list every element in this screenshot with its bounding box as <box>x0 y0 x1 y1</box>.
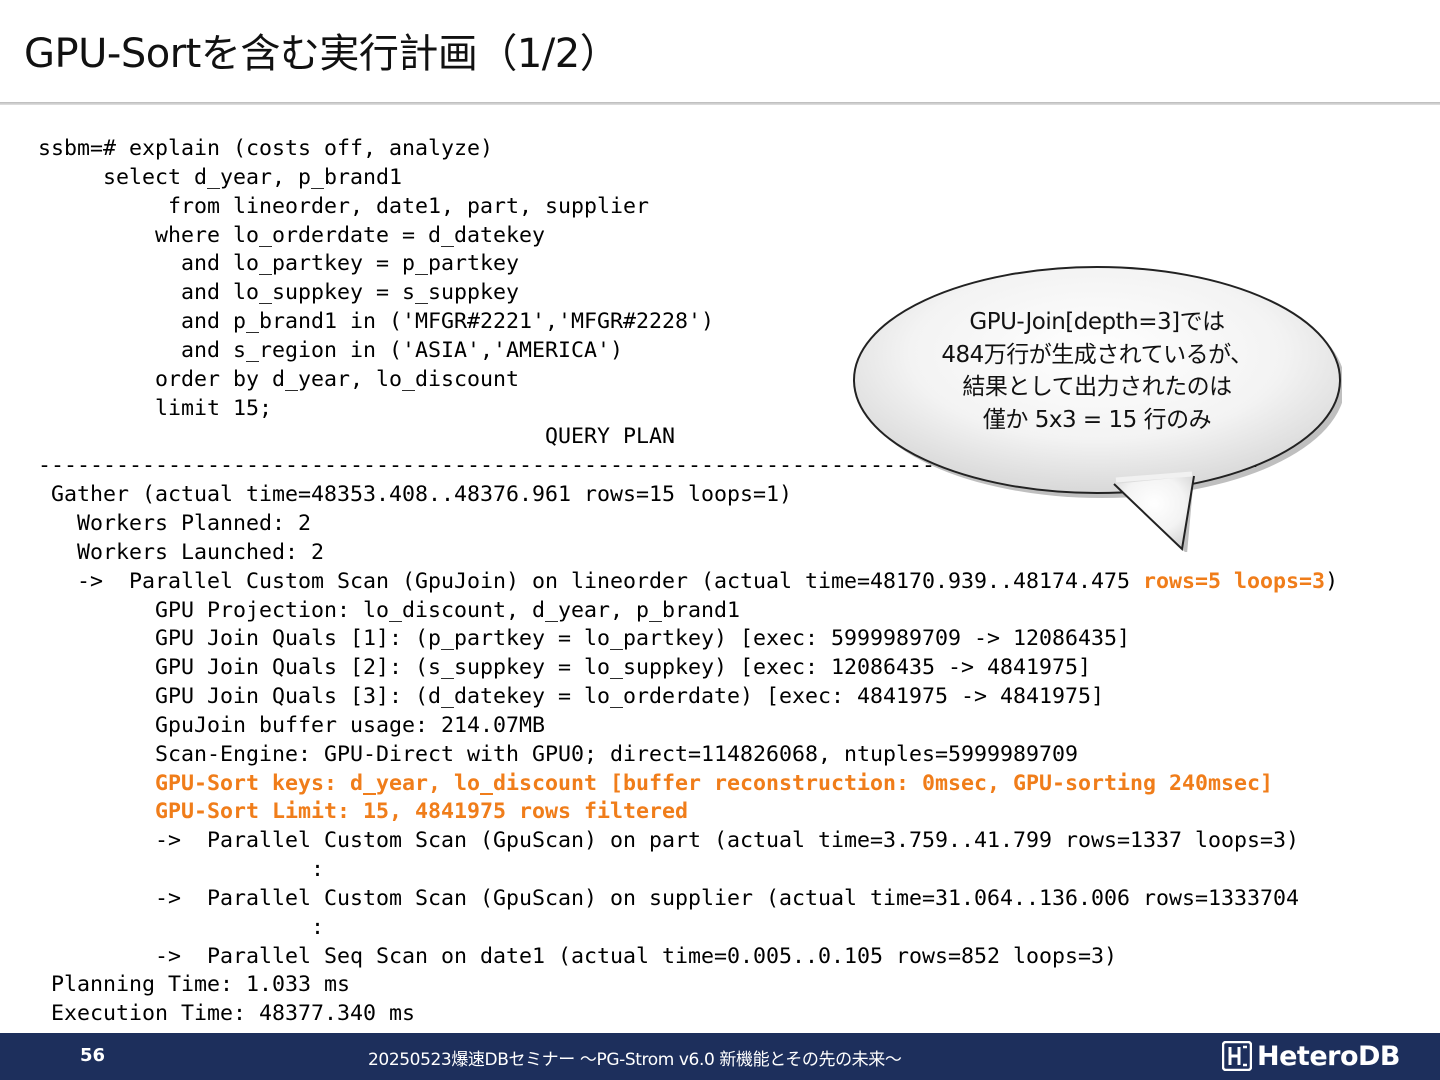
callout-line: 結果として出力されたのは <box>962 374 1232 400</box>
code-text: select d_year, p_brand1 <box>38 164 403 190</box>
code-line: GPU Projection: lo_discount, d_year, p_b… <box>38 597 1338 626</box>
code-line: : <box>38 914 1338 943</box>
footer-seminar-title: 20250523爆速DBセミナー ～PG-Strom v6.0 新機能とその先の… <box>368 1050 902 1070</box>
code-text: -> Parallel Seq Scan on date1 (actual ti… <box>38 943 1118 969</box>
code-text: GPU Join Quals [2]: (s_suppkey = lo_supp… <box>38 655 1092 681</box>
code-line: GPU-Sort Limit: 15, 4841975 rows filtere… <box>38 798 1338 827</box>
code-line: GPU Join Quals [3]: (d_datekey = lo_orde… <box>38 683 1338 712</box>
code-text: Execution Time: 48377.340 ms <box>38 1001 416 1027</box>
code-line: Scan-Engine: GPU-Direct with GPU0; direc… <box>38 741 1338 770</box>
code-text: and lo_suppkey = s_suppkey <box>38 280 520 306</box>
code-text: -> Parallel Custom Scan (GpuScan) on par… <box>38 828 1300 854</box>
code-line: -> Parallel Custom Scan (GpuScan) on par… <box>38 827 1338 856</box>
code-text: GPU Projection: lo_discount, d_year, p_b… <box>38 597 741 623</box>
code-line: Planning Time: 1.033 ms <box>38 971 1338 1000</box>
logo-text: HeteroDB <box>1257 1040 1400 1072</box>
code-text: Gather (actual time=48353.408..48376.961… <box>38 482 793 508</box>
highlighted-code-text: GPU-Sort Limit: 15, 4841975 rows filtere… <box>155 799 689 825</box>
code-text: -> Parallel Custom Scan (GpuScan) on sup… <box>38 885 1300 911</box>
code-text: where lo_orderdate = d_datekey <box>38 222 546 248</box>
code-line: GPU-Sort keys: d_year, lo_discount [buff… <box>38 770 1338 799</box>
code-text: Planning Time: 1.033 ms <box>38 972 351 998</box>
highlighted-code-text: GPU-Sort keys: d_year, lo_discount [buff… <box>155 770 1274 796</box>
code-text: : <box>38 857 325 883</box>
code-text: GpuJoin buffer usage: 214.07MB <box>38 712 546 738</box>
code-text: ssbm=# explain (costs off, analyze) <box>38 136 494 161</box>
callout-line: 484万行が生成されているが、 <box>941 341 1253 368</box>
callout-text: GPU-Join[depth=3]では 484万行が生成されているが、 結果とし… <box>852 306 1342 436</box>
code-line: : <box>38 856 1338 885</box>
callout-line: 僅か 5x3 = 15 行のみ <box>982 406 1212 433</box>
code-line: -> Parallel Seq Scan on date1 (actual ti… <box>38 943 1338 972</box>
callout-line: GPU-Join[depth=3]では <box>969 309 1225 335</box>
code-text: Workers Planned: 2 <box>38 510 312 536</box>
code-text: GPU Join Quals [3]: (d_datekey = lo_orde… <box>38 684 1105 710</box>
callout-bubble: GPU-Join[depth=3]では 484万行が生成されているが、 結果とし… <box>852 262 1342 552</box>
code-text: and p_brand1 in ('MFGR#2221','MFGR#2228'… <box>38 309 715 335</box>
code-text: Workers Launched: 2 <box>38 539 325 565</box>
code-text: GPU Join Quals [1]: (p_partkey = lo_part… <box>38 626 1131 652</box>
code-text: and lo_partkey = p_partkey <box>38 251 520 277</box>
code-line: Execution Time: 48377.340 ms <box>38 1000 1338 1029</box>
heterodb-logo: HeteroDB <box>1222 1039 1400 1073</box>
code-text: -> Parallel Custom Scan (GpuJoin) on lin… <box>38 568 1144 594</box>
code-text: from lineorder, date1, part, supplier <box>38 193 650 219</box>
slide-title: GPU-Sortを含む実行計画（1/2） <box>24 31 620 77</box>
code-text: : <box>38 914 325 940</box>
code-text: Scan-Engine: GPU-Direct with GPU0; direc… <box>38 741 1079 767</box>
title-divider <box>0 102 1440 105</box>
code-text: and s_region in ('ASIA','AMERICA') <box>38 337 624 363</box>
code-line: GPU Join Quals [1]: (p_partkey = lo_part… <box>38 625 1338 654</box>
code-line: select d_year, p_brand1 <box>38 164 1338 193</box>
code-line: GpuJoin buffer usage: 214.07MB <box>38 712 1338 741</box>
footer-bar: 56 20250523爆速DBセミナー ～PG-Strom v6.0 新機能とそ… <box>0 1033 1440 1080</box>
code-text: limit 15; <box>38 395 273 421</box>
code-text: QUERY PLAN <box>38 424 676 450</box>
code-line: GPU Join Quals [2]: (s_suppkey = lo_supp… <box>38 654 1338 683</box>
code-line: -> Parallel Custom Scan (GpuScan) on sup… <box>38 885 1338 914</box>
code-line: -> Parallel Custom Scan (GpuJoin) on lin… <box>38 568 1338 597</box>
highlighted-code-text: rows=5 loops=3 <box>1143 568 1326 594</box>
heterodb-logo-icon <box>1222 1041 1252 1071</box>
code-line: from lineorder, date1, part, supplier <box>38 193 1338 222</box>
code-line: where lo_orderdate = d_datekey <box>38 222 1338 251</box>
code-text: order by d_year, lo_discount <box>38 366 520 392</box>
page-number: 56 <box>80 1045 106 1066</box>
code-text: ) <box>1325 568 1339 594</box>
code-line: ssbm=# explain (costs off, analyze) <box>38 135 1338 164</box>
